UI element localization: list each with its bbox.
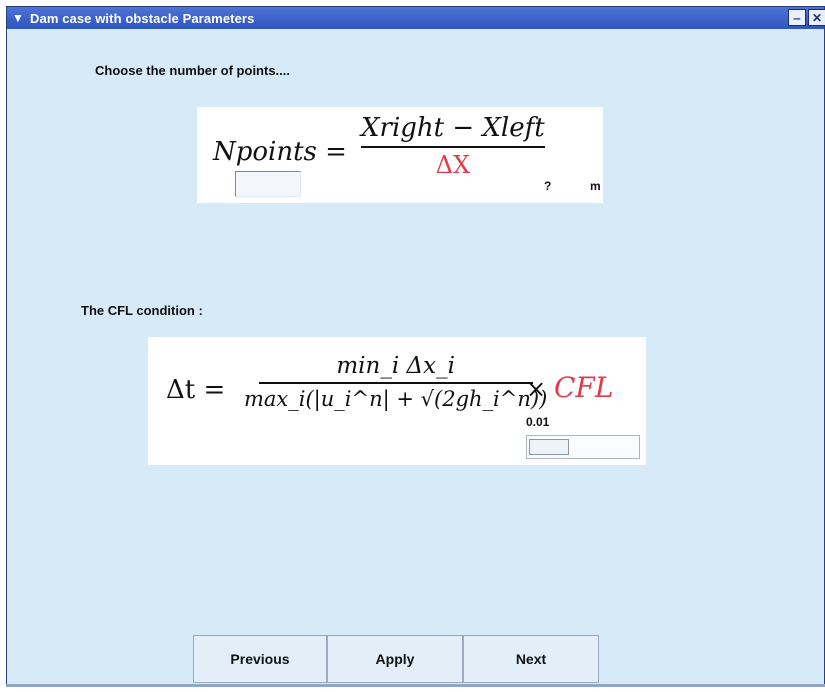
- cfl-fraction-bar: [258, 382, 533, 384]
- cfl-value: 0.01: [526, 415, 550, 429]
- delta-x-label: ΔX: [435, 151, 471, 179]
- cfl-symbol: CFL: [554, 371, 614, 404]
- npoints-formula: Npoints = Xright − Xleft ΔX ? m: [197, 107, 603, 203]
- cfl-slider[interactable]: [526, 435, 640, 459]
- formula-fraction: Xright − Xleft ΔX: [361, 113, 545, 179]
- window-title: Dam case with obstacle Parameters: [30, 10, 255, 26]
- chevron-down-icon[interactable]: ▼: [10, 11, 26, 25]
- cfl-denominator: max_i(|u_i^n| + √(2gh_i^n)): [244, 387, 548, 411]
- minimize-icon[interactable]: ‒: [788, 9, 806, 26]
- fraction-bar: [361, 146, 545, 148]
- cfl-fraction: min_i Δx_i max_i(|u_i^n| + √(2gh_i^n)): [244, 353, 547, 411]
- cfl-numerator: min_i Δx_i: [336, 353, 455, 379]
- points-section-label: Choose the number of points....: [95, 63, 290, 78]
- close-icon[interactable]: ✕: [808, 9, 825, 26]
- title-bar[interactable]: ▼ Dam case with obstacle Parameters ‒ ✕: [7, 7, 825, 29]
- formula-numerator: Xright − Xleft: [361, 113, 545, 143]
- cfl-section-label: The CFL condition :: [81, 303, 203, 318]
- cfl-slider-thumb[interactable]: [529, 439, 569, 455]
- next-button[interactable]: Next: [463, 635, 599, 683]
- delta-x-input[interactable]: [235, 171, 301, 197]
- npoints-value: ?: [544, 179, 552, 193]
- parameters-window: ▼ Dam case with obstacle Parameters ‒ ✕ …: [6, 6, 825, 686]
- cfl-formula-lhs: Δt =: [166, 375, 226, 405]
- cfl-formula: Δt = min_i Δx_i max_i(|u_i^n| + √(2gh_i^…: [148, 337, 646, 465]
- formula-lhs: Npoints =: [213, 137, 347, 167]
- previous-button[interactable]: Previous: [193, 635, 327, 683]
- times-symbol: ×: [526, 375, 547, 403]
- unit-label: m: [590, 179, 601, 193]
- window-bottom-border: [6, 684, 825, 687]
- apply-button[interactable]: Apply: [327, 635, 463, 683]
